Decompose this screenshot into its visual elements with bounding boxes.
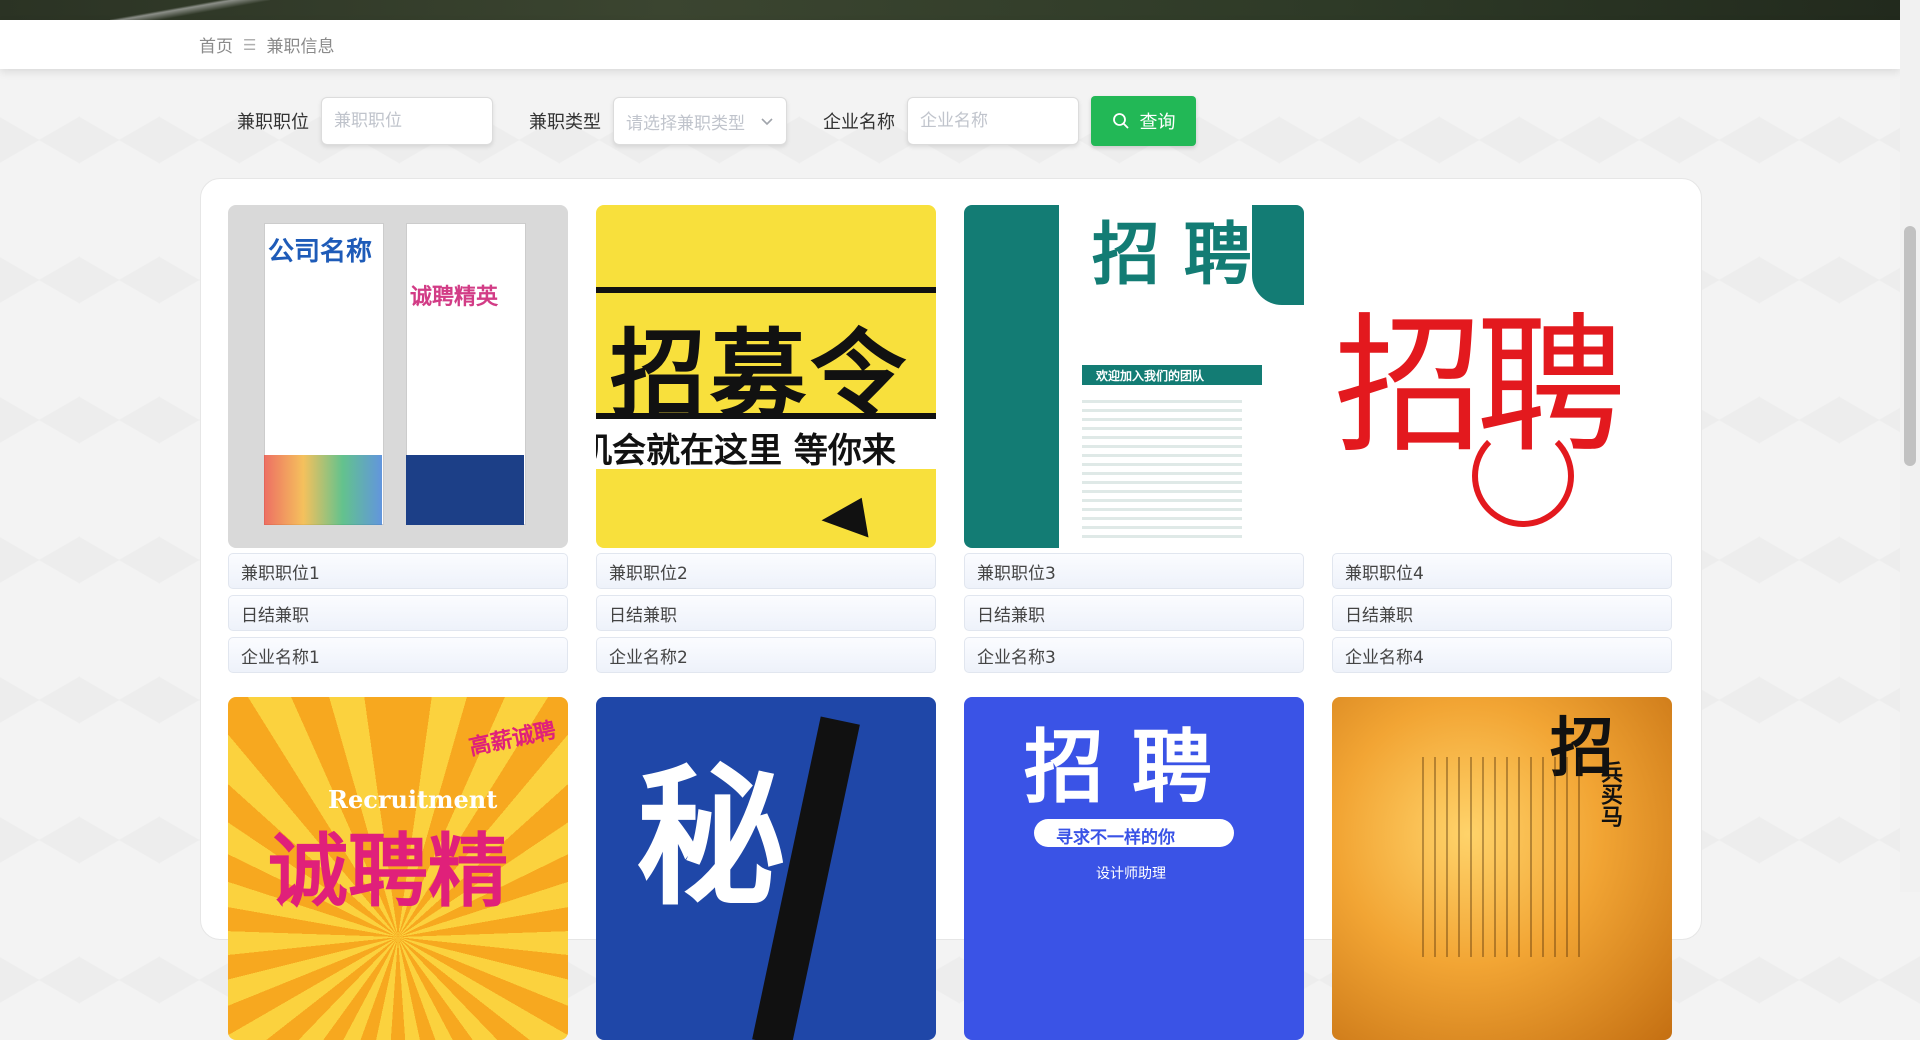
- job-position: 兼职职位3: [964, 553, 1304, 589]
- search-button[interactable]: 查询: [1091, 96, 1196, 146]
- company-name: 企业名称3: [964, 637, 1304, 673]
- company-input[interactable]: [907, 97, 1079, 145]
- page-scrollbar[interactable]: [1900, 0, 1920, 892]
- job-card-image[interactable]: 秘: [596, 697, 936, 1040]
- company-name: 企业名称4: [1332, 637, 1672, 673]
- job-type: 日结兼职: [596, 595, 936, 631]
- job-position: 兼职职位4: [1332, 553, 1672, 589]
- job-card[interactable]: 招募令 机会就在这里 等你来 兼职职位2 日结兼职 企业名称2: [596, 205, 936, 673]
- job-card-image[interactable]: 招聘: [1332, 205, 1672, 548]
- search-button-label: 查询: [1139, 112, 1176, 133]
- poster-tag: 高薪诚聘: [466, 717, 559, 761]
- search-icon: [1112, 113, 1128, 129]
- job-type: 日结兼职: [964, 595, 1304, 631]
- breadcrumb: 首页 ☰ 兼职信息: [199, 32, 335, 58]
- type-label: 兼职类型: [529, 112, 601, 133]
- job-card-image[interactable]: 公司名称 诚聘精英: [228, 205, 568, 548]
- breadcrumb-bar: 首页 ☰ 兼职信息: [0, 20, 1900, 69]
- job-position: 兼职职位1: [228, 553, 568, 589]
- job-type: 日结兼职: [228, 595, 568, 631]
- poster-title: 公司名称: [268, 237, 373, 267]
- job-card[interactable]: 招 聘 欢迎加入我们的团队 兼职职位3 日结兼职 企业名称3: [964, 205, 1304, 673]
- position-label: 兼职职位: [237, 112, 309, 133]
- company-name: 企业名称2: [596, 637, 936, 673]
- job-card[interactable]: 招聘 兼职职位4 日结兼职 企业名称4: [1332, 205, 1672, 673]
- job-type: 日结兼职: [1332, 595, 1672, 631]
- poster-detail: 设计师助理: [1096, 866, 1166, 882]
- position-input[interactable]: [321, 97, 493, 145]
- poster-subtitle: 欢迎加入我们的团队: [1096, 369, 1205, 383]
- poster-title: 招聘: [1334, 300, 1626, 474]
- breadcrumb-home[interactable]: 首页: [199, 32, 233, 57]
- chevron-down-icon: [761, 118, 773, 126]
- job-card-image[interactable]: 招 聘 寻求不一样的你 设计师助理: [964, 697, 1304, 1040]
- breadcrumb-current: 兼职信息: [266, 37, 335, 57]
- job-card[interactable]: 公司名称 诚聘精英 兼职职位1 日结兼职 企业名称1: [228, 205, 568, 673]
- job-card-image[interactable]: 招 聘 欢迎加入我们的团队: [964, 205, 1304, 548]
- poster-title: 招 聘: [1092, 215, 1252, 295]
- company-label: 企业名称: [823, 112, 895, 133]
- poster-title: 诚聘精: [268, 824, 508, 918]
- poster-subtitle: 寻求不一样的你: [1056, 828, 1175, 848]
- job-card[interactable]: 秘: [596, 697, 936, 1040]
- job-card-grid: 公司名称 诚聘精英 兼职职位1 日结兼职 企业名称1 招募令 机会就在这里 等你…: [228, 205, 1672, 1040]
- job-card[interactable]: 高薪诚聘 Recruitment 诚聘精: [228, 697, 568, 1040]
- company-name: 企业名称1: [228, 637, 568, 673]
- type-select-placeholder: 请选择兼职类型: [626, 113, 745, 134]
- top-banner-image: [0, 0, 1900, 20]
- job-card[interactable]: 招 兵买马: [1332, 697, 1672, 1040]
- poster-subtitle: 兵买马: [1597, 761, 1623, 827]
- type-select[interactable]: 请选择兼职类型: [613, 97, 787, 145]
- poster-subtitle: 机会就在这里 等你来: [596, 431, 896, 471]
- scrollbar-thumb[interactable]: [1904, 226, 1916, 466]
- search-form: 兼职职位 兼职类型 请选择兼职类型 企业名称 查询: [237, 96, 1196, 146]
- job-card-image[interactable]: 招 兵买马: [1332, 697, 1672, 1040]
- breadcrumb-separator: ☰: [243, 35, 257, 54]
- poster-subtitle: 诚聘精英: [410, 284, 499, 310]
- poster-title: 招 聘: [1024, 720, 1212, 814]
- job-card[interactable]: 招 聘 寻求不一样的你 设计师助理: [964, 697, 1304, 1040]
- job-card-image[interactable]: 高薪诚聘 Recruitment 诚聘精: [228, 697, 568, 1040]
- poster-title: 秘: [636, 750, 787, 926]
- job-position: 兼职职位2: [596, 553, 936, 589]
- job-card-image[interactable]: 招募令 机会就在这里 等你来: [596, 205, 936, 548]
